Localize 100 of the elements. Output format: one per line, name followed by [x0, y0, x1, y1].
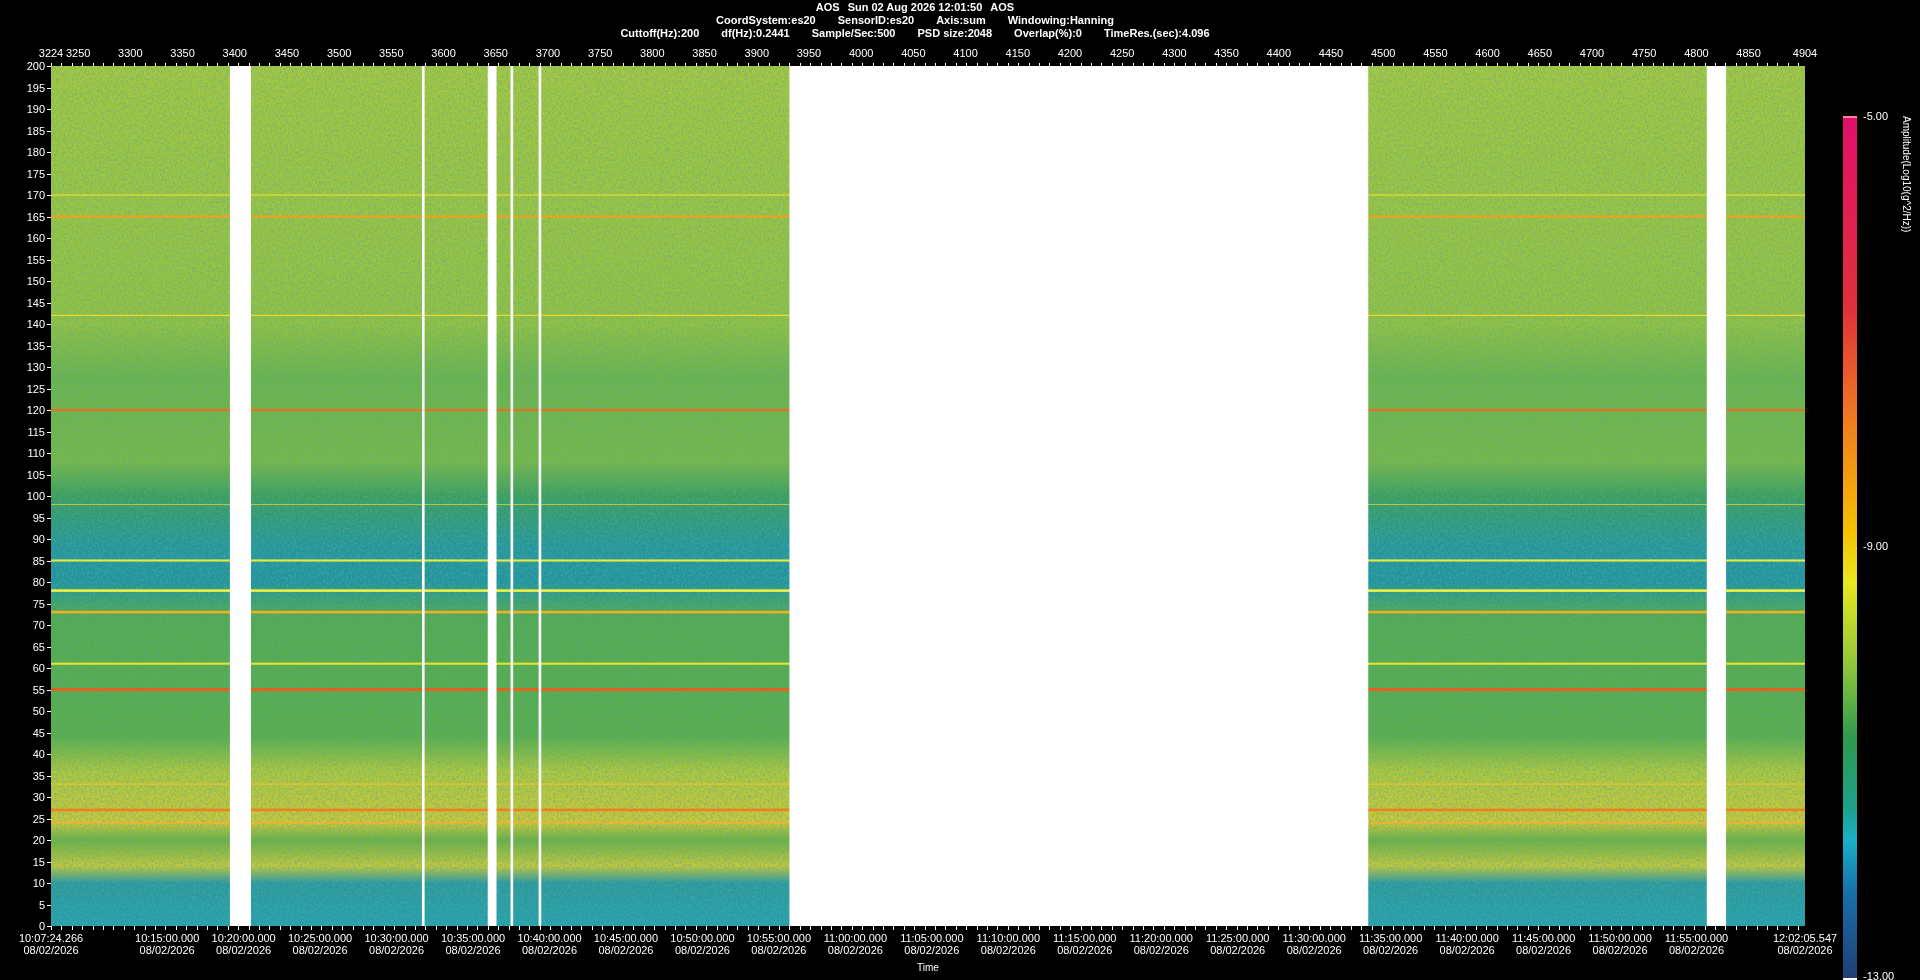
- frequency-label: 115: [27, 425, 45, 438]
- time-label: 11:00:00.000 08/02/2026: [823, 932, 888, 956]
- frequency-label: 195: [26, 81, 45, 94]
- frequency-label: 45: [32, 726, 45, 739]
- frequency-label: 15: [32, 855, 45, 868]
- parameter-text: CoordSystem:es20: [716, 14, 816, 27]
- time-label: 11:45:00.000 08/02/2026: [1511, 932, 1576, 956]
- frequency-label: 175: [26, 167, 45, 180]
- index-label: 3950: [796, 47, 822, 59]
- frequency-label: 40: [32, 748, 45, 760]
- index-label: 4700: [1579, 47, 1605, 59]
- frequency-label: 165: [26, 210, 45, 223]
- index-label: 3550: [379, 47, 404, 59]
- parameter-text: Overlap(%):0: [1014, 27, 1082, 40]
- time-label: 10:35:00.000 08/02/2026: [440, 932, 506, 956]
- frequency-label: 55: [32, 683, 45, 696]
- time-label: 11:25:00.000 08/02/2026: [1206, 932, 1270, 956]
- parameter-text: Cuttoff(Hz):200: [620, 27, 700, 40]
- time-label: 11:05:00.000 08/02/2026: [900, 932, 964, 956]
- index-label: 4500: [1370, 47, 1396, 59]
- index-label: 3224: [38, 47, 64, 59]
- index-label: 4100: [953, 47, 978, 59]
- colorbar-label: -13.00: [1863, 970, 1895, 980]
- frequency-label: 120: [26, 404, 45, 416]
- frequency-label: 30: [32, 791, 45, 803]
- frequency-label: 5: [38, 898, 45, 911]
- index-label: 3850: [692, 47, 717, 59]
- frequency-label: 185: [26, 124, 45, 137]
- index-label: 4050: [901, 47, 926, 59]
- index-label: 3500: [326, 47, 352, 59]
- time-label: 10:30:00.000 08/02/2026: [364, 932, 429, 956]
- index-label: 3350: [170, 47, 195, 59]
- frequency-label: 105: [26, 468, 45, 481]
- parameter-text: SensorID:es20: [837, 14, 915, 27]
- frequency-label: 145: [26, 296, 45, 309]
- frequency-label: 80: [32, 576, 45, 588]
- time-label: 10:20:00.000 08/02/2026: [211, 932, 276, 956]
- index-label: 3800: [640, 47, 665, 59]
- index-label: 4650: [1527, 47, 1553, 59]
- time-label: 10:50:00.000 08/02/2026: [670, 932, 735, 956]
- frequency-label: 180: [26, 146, 45, 158]
- frequency-label: 155: [26, 253, 45, 266]
- frequency-label: 70: [32, 619, 45, 631]
- index-label: 3450: [274, 47, 300, 59]
- frequency-label: 20: [32, 834, 45, 846]
- frequency-label: 160: [26, 232, 45, 244]
- parameter-text: TimeRes.(sec):4.096: [1103, 27, 1210, 40]
- time-label: 10:40:00.000 08/02/2026: [517, 932, 582, 956]
- frequency-label: 35: [32, 769, 45, 782]
- frequency-label: 65: [32, 640, 45, 653]
- time-label: 10:45:00.000 08/02/2026: [593, 932, 659, 956]
- index-label: 3750: [587, 47, 613, 59]
- time-label: 11:35:00.000 08/02/2026: [1358, 932, 1423, 956]
- index-label: 4750: [1631, 47, 1657, 59]
- frequency-label: 100: [26, 490, 45, 502]
- index-label: 3400: [222, 47, 247, 59]
- index-label: 4300: [1162, 47, 1187, 59]
- frequency-label: 0: [38, 920, 45, 932]
- index-label: 4200: [1057, 47, 1083, 59]
- colorbar-title: Amplitude(Log10(g^2/Hz)): [1901, 116, 1912, 235]
- index-label: 4150: [1005, 47, 1030, 59]
- index-label: 4350: [1214, 47, 1239, 59]
- frequency-label: 90: [32, 533, 45, 545]
- time-label: 10:25:00.000 08/02/2026: [288, 932, 353, 956]
- chart-title: AOS: [990, 1, 1015, 14]
- index-label: 4000: [848, 47, 874, 59]
- index-label: 4600: [1475, 47, 1500, 59]
- parameter-text: Windowing:Hanning: [1007, 14, 1114, 27]
- time-label: 10:07:24.266 08/02/2026: [18, 932, 84, 956]
- index-label: 4450: [1318, 47, 1344, 59]
- frequency-label: 200: [26, 60, 45, 72]
- index-label: 3300: [118, 47, 143, 59]
- frequency-label: 130: [26, 361, 45, 373]
- chart-title: Sun 02 Aug 2026 12:01:50: [847, 1, 983, 14]
- index-label: 4800: [1684, 47, 1709, 59]
- frequency-label: 150: [26, 275, 45, 287]
- axis-title: Time: [917, 962, 939, 973]
- time-label: 12:02:05.547 08/02/2026: [1772, 932, 1838, 956]
- frequency-label: 110: [27, 447, 45, 459]
- index-label: 3600: [431, 47, 456, 59]
- frequency-label: 140: [26, 318, 45, 330]
- time-label: 11:40:00.000 08/02/2026: [1435, 932, 1499, 956]
- time-label: 11:15:00.000 08/02/2026: [1053, 932, 1117, 956]
- frequency-label: 50: [32, 705, 45, 717]
- index-label: 4850: [1736, 47, 1761, 59]
- parameter-text: PSD size:2048: [917, 27, 993, 40]
- chart-title: AOS: [815, 1, 840, 14]
- index-label: 4250: [1109, 47, 1135, 59]
- frequency-label: 95: [32, 511, 45, 524]
- frequency-label: 125: [26, 382, 45, 395]
- parameter-text: Axis:sum: [936, 14, 986, 27]
- index-label: 3700: [535, 47, 561, 59]
- parameter-text: Sample/Sec:500: [811, 27, 896, 40]
- time-label: 11:30:00.000 08/02/2026: [1282, 932, 1346, 956]
- index-label: 4550: [1423, 47, 1448, 59]
- index-label: 4904: [1792, 47, 1818, 59]
- time-label: 11:10:00.000 08/02/2026: [976, 932, 1040, 956]
- parameter-text: df(Hz):0.2441: [721, 27, 790, 40]
- frequency-label: 10: [32, 877, 45, 889]
- frequency-label: 190: [26, 103, 45, 115]
